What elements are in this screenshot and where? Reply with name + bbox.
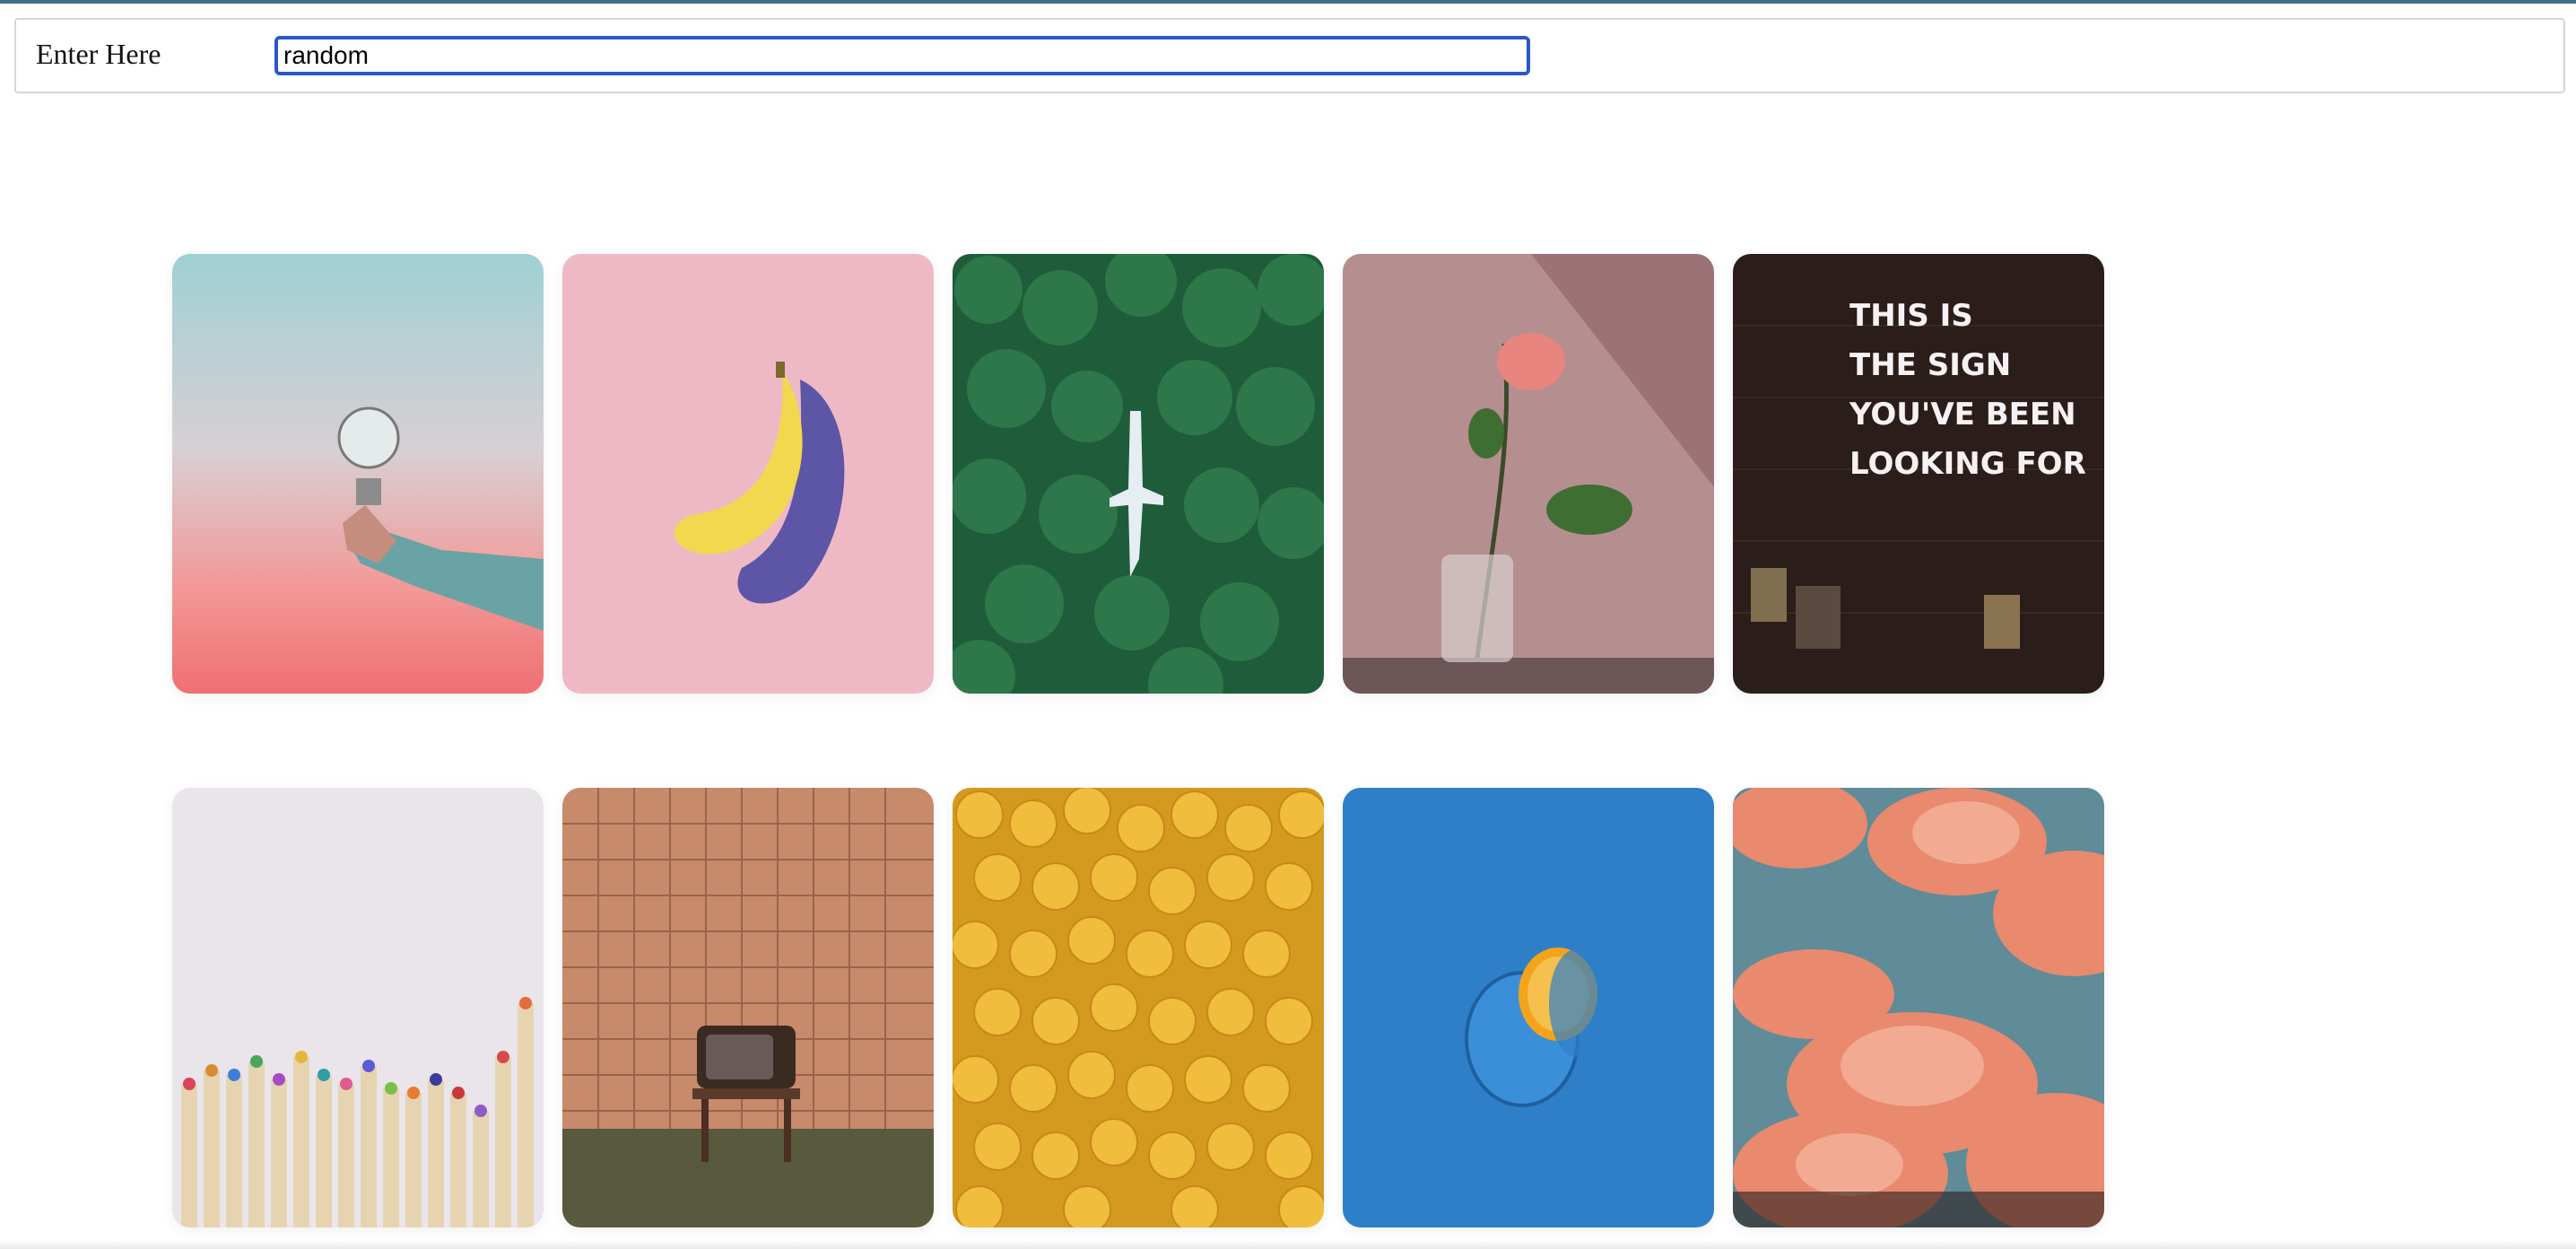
image-card-tv[interactable] bbox=[562, 788, 934, 1227]
image-card-blue-lemon[interactable] bbox=[1343, 788, 1714, 1227]
blue-lemon-photo-icon bbox=[1343, 788, 1714, 1227]
pencils-photo-icon bbox=[172, 788, 544, 1227]
neon-sign-photo-icon: THIS IS THE SIGN YOU'VE BEEN LOOKING FOR bbox=[1733, 254, 2104, 694]
search-label: Enter Here bbox=[36, 38, 161, 70]
image-card-neon-sign[interactable]: THIS IS THE SIGN YOU'VE BEEN LOOKING FOR bbox=[1733, 254, 2104, 694]
bottom-edge bbox=[0, 1240, 2576, 1249]
image-card-pencils[interactable] bbox=[172, 788, 544, 1227]
neon-line-2: THE SIGN bbox=[1849, 347, 2011, 383]
top-accent-line bbox=[0, 0, 2576, 4]
neon-line-3: YOU'VE BEEN bbox=[1849, 397, 2076, 432]
clouds-photo-icon bbox=[1733, 788, 2104, 1227]
tv-photo-icon bbox=[562, 788, 934, 1227]
image-card-lightbulb[interactable] bbox=[172, 254, 544, 694]
neon-line-1: THIS IS bbox=[1849, 298, 1973, 334]
image-card-yellow-heads[interactable] bbox=[953, 788, 1324, 1227]
search-bar: Enter Here bbox=[14, 18, 2565, 93]
rose-photo-icon bbox=[1343, 254, 1714, 694]
image-card-rose[interactable] bbox=[1343, 254, 1714, 694]
image-card-banana[interactable] bbox=[562, 254, 934, 694]
yellow-heads-photo-icon bbox=[953, 788, 1324, 1227]
forest-airplane-photo-icon bbox=[953, 254, 1324, 694]
image-card-forest-airplane[interactable] bbox=[953, 254, 1324, 694]
search-input[interactable] bbox=[274, 36, 1530, 75]
image-card-clouds[interactable] bbox=[1733, 788, 2104, 1227]
neon-line-4: LOOKING FOR bbox=[1849, 446, 2086, 482]
banana-photo-icon bbox=[562, 254, 934, 694]
lightbulb-photo-icon bbox=[172, 254, 544, 694]
